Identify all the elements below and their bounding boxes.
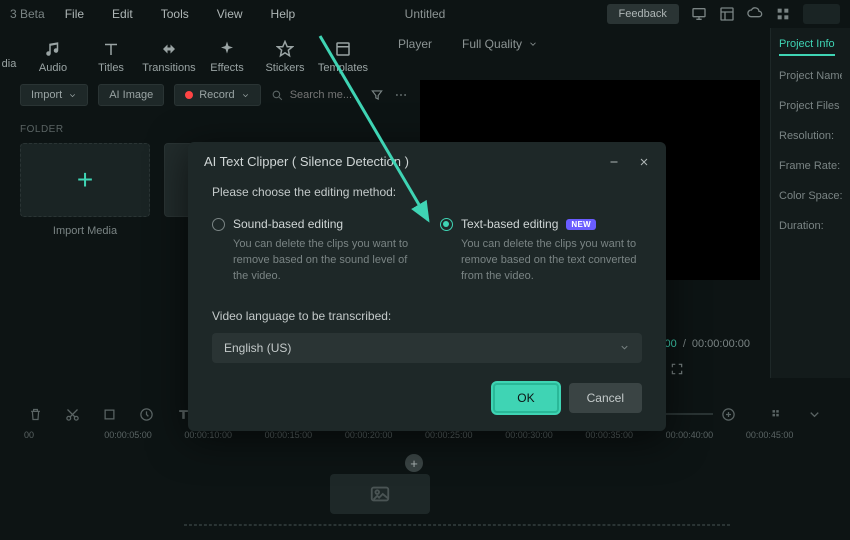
time-ruler[interactable]: 0000:00:05:0000:00:10:0000:00:15:0000:00…: [0, 430, 850, 446]
record-dot-icon: [185, 91, 193, 99]
cut-icon[interactable]: [65, 407, 80, 422]
fullscreen-icon[interactable]: [670, 362, 684, 376]
method-desc: You can delete the clips you want to rem…: [440, 237, 642, 285]
version-label: 3 Beta: [10, 7, 45, 21]
tab-effects[interactable]: Effects: [198, 34, 256, 80]
menu-bar: 3 Beta File Edit Tools View Help Untitle…: [0, 0, 850, 28]
layout-icon[interactable]: [719, 6, 735, 22]
new-badge: NEW: [566, 219, 596, 230]
search-input[interactable]: [290, 89, 360, 101]
method-desc: You can delete the clips you want to rem…: [212, 237, 414, 285]
empty-track-guide: [184, 524, 730, 526]
tab-transitions[interactable]: Transitions: [140, 34, 198, 80]
document-title: Untitled: [405, 7, 446, 21]
prop-resolution: Resolution:: [779, 130, 842, 142]
ok-button[interactable]: OK: [493, 383, 558, 413]
quality-dropdown[interactable]: Full Quality: [462, 37, 538, 51]
effects-icon: [218, 40, 236, 58]
trash-icon[interactable]: [28, 407, 43, 422]
cloud-icon[interactable]: [747, 6, 763, 22]
image-placeholder-icon: [369, 483, 391, 505]
method-sound-based[interactable]: Sound-based editing You can delete the c…: [212, 217, 414, 285]
chevron-down-icon: [619, 342, 630, 353]
placeholder-clip[interactable]: [330, 474, 430, 514]
tab-templates[interactable]: Templates: [314, 34, 372, 80]
player-label: Player: [398, 37, 432, 51]
disabled-right-button: [803, 4, 840, 24]
tab-stickers[interactable]: Stickers: [256, 34, 314, 80]
stickers-icon: [276, 40, 294, 58]
chevron-down-icon: [241, 91, 250, 100]
prop-color-space: Color Space:: [779, 190, 842, 202]
method-text-based[interactable]: Text-based editing NEW You can delete th…: [440, 217, 642, 285]
crop-tool-icon[interactable]: [102, 407, 117, 422]
prop-project-name: Project Name:: [779, 70, 842, 82]
menu-edit[interactable]: Edit: [112, 7, 133, 21]
language-label: Video language to be transcribed:: [212, 309, 642, 323]
tab-audio[interactable]: Audio: [24, 34, 82, 80]
ai-image-button[interactable]: AI Image: [98, 84, 164, 106]
prop-files-location: Project Files Loca: [779, 100, 842, 112]
record-dropdown[interactable]: Record: [174, 84, 260, 106]
plus-icon: +: [77, 164, 93, 196]
titles-icon: [102, 40, 120, 58]
menu-tools[interactable]: Tools: [161, 7, 189, 21]
language-select[interactable]: English (US): [212, 333, 642, 363]
dialog-title: AI Text Clipper ( Silence Detection ): [204, 154, 409, 169]
ai-text-clipper-dialog: AI Text Clipper ( Silence Detection ) Pl…: [188, 142, 666, 431]
monitor-icon[interactable]: [691, 6, 707, 22]
media-tab-truncated[interactable]: dia: [0, 28, 18, 74]
menu-help[interactable]: Help: [271, 7, 296, 21]
zoom-in-icon[interactable]: [721, 407, 736, 422]
prop-frame-rate: Frame Rate:: [779, 160, 842, 172]
cancel-button[interactable]: Cancel: [569, 383, 642, 413]
project-info-tab[interactable]: Project Info: [779, 38, 835, 56]
music-icon: [44, 40, 62, 58]
inspector-panel: Project Info Project Name: Project Files…: [770, 28, 850, 378]
radio-unselected-icon[interactable]: [212, 218, 225, 231]
chevron-down-icon: [68, 91, 77, 100]
add-track-button[interactable]: +: [405, 454, 423, 472]
dialog-prompt: Please choose the editing method:: [212, 185, 642, 199]
minimize-icon[interactable]: [608, 156, 620, 168]
speed-icon[interactable]: [139, 407, 154, 422]
feedback-button[interactable]: Feedback: [607, 4, 679, 24]
prop-duration: Duration:: [779, 220, 842, 232]
apps-icon[interactable]: [775, 6, 791, 22]
search-field[interactable]: [271, 89, 360, 102]
menu-view[interactable]: View: [217, 7, 243, 21]
tool-tabs: Audio Titles Transitions Effects Sticker…: [18, 28, 378, 80]
templates-icon: [334, 40, 352, 58]
import-dropdown[interactable]: Import: [20, 84, 88, 106]
filter-icon[interactable]: [370, 88, 384, 102]
track-options-icon[interactable]: [770, 407, 785, 422]
timeline-tracks[interactable]: +: [0, 450, 850, 530]
transitions-icon: [160, 40, 178, 58]
radio-selected-icon[interactable]: [440, 218, 453, 231]
tab-titles[interactable]: Titles: [82, 34, 140, 80]
total-time: 00:00:00:00: [692, 338, 750, 350]
search-icon: [271, 89, 284, 102]
more-icon[interactable]: [394, 88, 408, 102]
chevron-down-icon: [528, 39, 538, 49]
import-media-tile[interactable]: + Import Media: [20, 143, 150, 237]
close-icon[interactable]: [638, 156, 650, 168]
chevron-down-icon[interactable]: [807, 407, 822, 422]
menu-file[interactable]: File: [65, 7, 84, 21]
